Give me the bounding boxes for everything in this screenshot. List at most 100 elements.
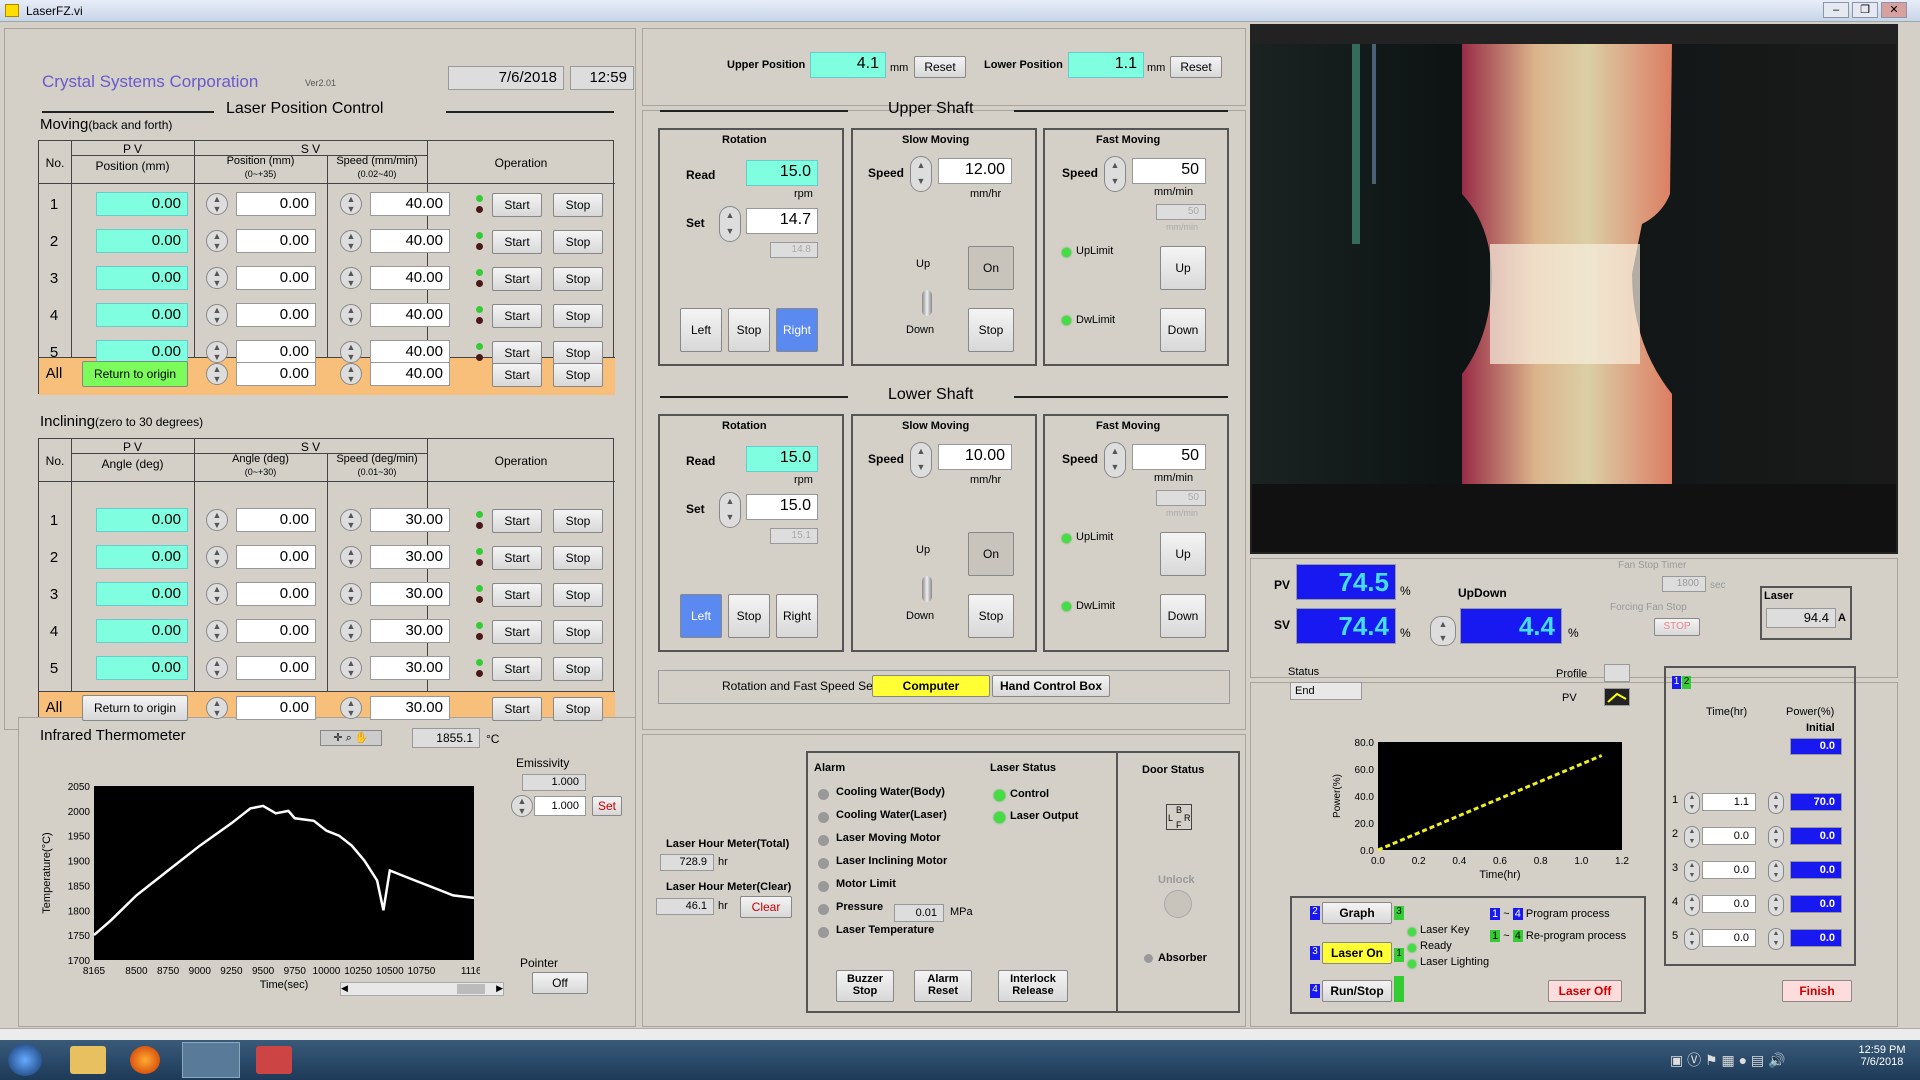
step-power-input[interactable]: 0.0 xyxy=(1790,827,1842,845)
inclining-stop-button[interactable]: Stop xyxy=(553,546,603,570)
inclining-sv-input[interactable]: 0.00 xyxy=(236,508,316,532)
moving-all-stop-button[interactable]: Stop xyxy=(553,363,603,387)
labview-taskbar-icon[interactable] xyxy=(182,1042,240,1078)
inclining-pos-spinner[interactable]: ▲ ▼ xyxy=(206,620,228,642)
minimize-button[interactable]: – xyxy=(1823,2,1849,18)
lower_shaft-rotation-stop-button[interactable]: Stop xyxy=(728,594,770,638)
upper_shaft-left-button[interactable]: Left xyxy=(680,308,722,352)
step-power-spinner[interactable]: ▲ ▼ xyxy=(1768,860,1784,882)
lower-position-reset-button[interactable]: Reset xyxy=(1170,56,1222,78)
clock[interactable]: 12:59 PM 7/6/2018 xyxy=(1850,1044,1914,1068)
thermo-scrollbar[interactable]: ◀ ▶ xyxy=(340,982,504,996)
step-power-input[interactable]: 0.0 xyxy=(1790,895,1842,913)
upper_shaft-updown-toggle[interactable] xyxy=(922,290,932,316)
inclining-stop-button[interactable]: Stop xyxy=(553,657,603,681)
pointer-button[interactable]: Off xyxy=(532,972,588,994)
inclining-sv-input[interactable]: 0.00 xyxy=(236,619,316,643)
lower_shaft-slow-speed-spinner[interactable]: ▲ ▼ xyxy=(910,442,932,478)
moving-speed-input[interactable]: 40.00 xyxy=(370,266,450,290)
lower_shaft-slow-speed-input[interactable]: 10.00 xyxy=(938,444,1012,470)
moving-speed-spinner[interactable]: ▲ ▼ xyxy=(340,230,362,252)
close-button[interactable]: ✕ xyxy=(1881,2,1907,18)
firefox-icon[interactable] xyxy=(130,1046,160,1074)
upper_shaft-slow-speed-input[interactable]: 12.00 xyxy=(938,158,1012,184)
lower_shaft-set-input[interactable]: 15.0 xyxy=(746,494,818,520)
moving-stop-button[interactable]: Stop xyxy=(553,341,603,365)
forcing-fan-stop-button[interactable]: STOP xyxy=(1654,618,1700,636)
upper_shaft-set-spinner[interactable]: ▲ ▼ xyxy=(719,206,741,242)
lower_shaft-right-button[interactable]: Right xyxy=(776,594,818,638)
inclining-all-speed-spinner[interactable]: ▲ ▼ xyxy=(340,697,362,719)
laser-on-button[interactable]: Laser On xyxy=(1322,942,1392,964)
emissivity-set-button[interactable]: Set xyxy=(592,796,622,816)
inclining-all-sv-input[interactable]: 0.00 xyxy=(236,696,316,720)
step-power-spinner[interactable]: ▲ ▼ xyxy=(1768,894,1784,916)
inclining-sv-input[interactable]: 0.00 xyxy=(236,656,316,680)
interlock-release-button[interactable]: Interlock Release xyxy=(998,970,1068,1002)
moving-all-sv-input[interactable]: 0.00 xyxy=(236,362,316,386)
moving-speed-spinner[interactable]: ▲ ▼ xyxy=(340,304,362,326)
moving-start-button[interactable]: Start xyxy=(492,341,542,365)
updown-value[interactable]: 4.4 xyxy=(1460,608,1562,644)
moving-all-speed-spinner[interactable]: ▲ ▼ xyxy=(340,363,362,385)
step-power-input[interactable]: 0.0 xyxy=(1790,861,1842,879)
lower_shaft-set-spinner[interactable]: ▲ ▼ xyxy=(719,492,741,528)
step-power-input[interactable]: 70.0 xyxy=(1790,793,1842,811)
inclining-speed-input[interactable]: 30.00 xyxy=(370,582,450,606)
steps-tab-1[interactable]: 1 xyxy=(1672,676,1681,689)
inclining-all-speed-input[interactable]: 30.00 xyxy=(370,696,450,720)
unlock-knob[interactable] xyxy=(1164,890,1192,918)
inclining-pos-spinner[interactable]: ▲ ▼ xyxy=(206,509,228,531)
steps-tab-2[interactable]: 2 xyxy=(1682,676,1691,689)
run-stop-button[interactable]: Run/Stop xyxy=(1322,980,1392,1002)
sv-value[interactable]: 74.4 xyxy=(1296,608,1396,644)
upper_shaft-slow-on-button[interactable]: On xyxy=(968,246,1014,290)
moving-stop-button[interactable]: Stop xyxy=(553,230,603,254)
step-time-input[interactable]: 0.0 xyxy=(1702,827,1756,845)
computer-mode-button[interactable]: Computer xyxy=(872,675,990,697)
laser-off-button[interactable]: Laser Off xyxy=(1548,980,1622,1002)
lower_shaft-fast-speed-spinner[interactable]: ▲ ▼ xyxy=(1104,442,1126,478)
upper_shaft-fast-speed-input[interactable]: 50 xyxy=(1132,158,1206,184)
step-time-input[interactable]: 1.1 xyxy=(1702,793,1756,811)
upper_shaft-slow-speed-spinner[interactable]: ▲ ▼ xyxy=(910,156,932,192)
inclining-start-button[interactable]: Start xyxy=(492,620,542,644)
inclining-stop-button[interactable]: Stop xyxy=(553,583,603,607)
step-power-spinner[interactable]: ▲ ▼ xyxy=(1768,928,1784,950)
maximize-button[interactable]: ❐ xyxy=(1852,2,1878,18)
inclining-all-pos-spinner[interactable]: ▲ ▼ xyxy=(206,697,228,719)
moving-stop-button[interactable]: Stop xyxy=(553,267,603,291)
hand-control-button[interactable]: Hand Control Box xyxy=(992,675,1110,697)
step-time-spinner[interactable]: ▲ ▼ xyxy=(1684,928,1700,950)
initial-power-value[interactable]: 0.0 xyxy=(1790,738,1842,755)
inclining-speed-input[interactable]: 30.00 xyxy=(370,508,450,532)
upper_shaft-rotation-stop-button[interactable]: Stop xyxy=(728,308,770,352)
step-time-input[interactable]: 0.0 xyxy=(1702,861,1756,879)
updown-spinner[interactable]: ▲ ▼ xyxy=(1430,616,1456,646)
moving-all-pos-spinner[interactable]: ▲ ▼ xyxy=(206,363,228,385)
inclining-pos-spinner[interactable]: ▲ ▼ xyxy=(206,657,228,679)
inclining-sv-input[interactable]: 0.00 xyxy=(236,582,316,606)
inclining-speed-spinner[interactable]: ▲ ▼ xyxy=(340,657,362,679)
explorer-icon[interactable] xyxy=(70,1046,106,1074)
lower_shaft-fast-speed-input[interactable]: 50 xyxy=(1132,444,1206,470)
moving-start-button[interactable]: Start xyxy=(492,267,542,291)
inclining-all-stop-button[interactable]: Stop xyxy=(553,697,603,721)
inclining-speed-spinner[interactable]: ▲ ▼ xyxy=(340,546,362,568)
inclining-start-button[interactable]: Start xyxy=(492,546,542,570)
inclining-return-origin-button[interactable]: Return to origin xyxy=(82,695,188,721)
inclining-start-button[interactable]: Start xyxy=(492,657,542,681)
moving-sv-input[interactable]: 0.00 xyxy=(236,192,316,216)
moving-start-button[interactable]: Start xyxy=(492,230,542,254)
inclining-speed-spinner[interactable]: ▲ ▼ xyxy=(340,620,362,642)
moving-speed-spinner[interactable]: ▲ ▼ xyxy=(340,341,362,363)
lower_shaft-fast-down-button[interactable]: Down xyxy=(1160,594,1206,638)
moving-sv-input[interactable]: 0.00 xyxy=(236,229,316,253)
upper_shaft-fast-up-button[interactable]: Up xyxy=(1160,246,1206,290)
step-time-spinner[interactable]: ▲ ▼ xyxy=(1684,792,1700,814)
lower_shaft-fast-up-button[interactable]: Up xyxy=(1160,532,1206,576)
lower_shaft-slow-stop-button[interactable]: Stop xyxy=(968,594,1014,638)
moving-speed-spinner[interactable]: ▲ ▼ xyxy=(340,267,362,289)
moving-start-button[interactable]: Start xyxy=(492,193,542,217)
start-button[interactable] xyxy=(8,1044,42,1076)
